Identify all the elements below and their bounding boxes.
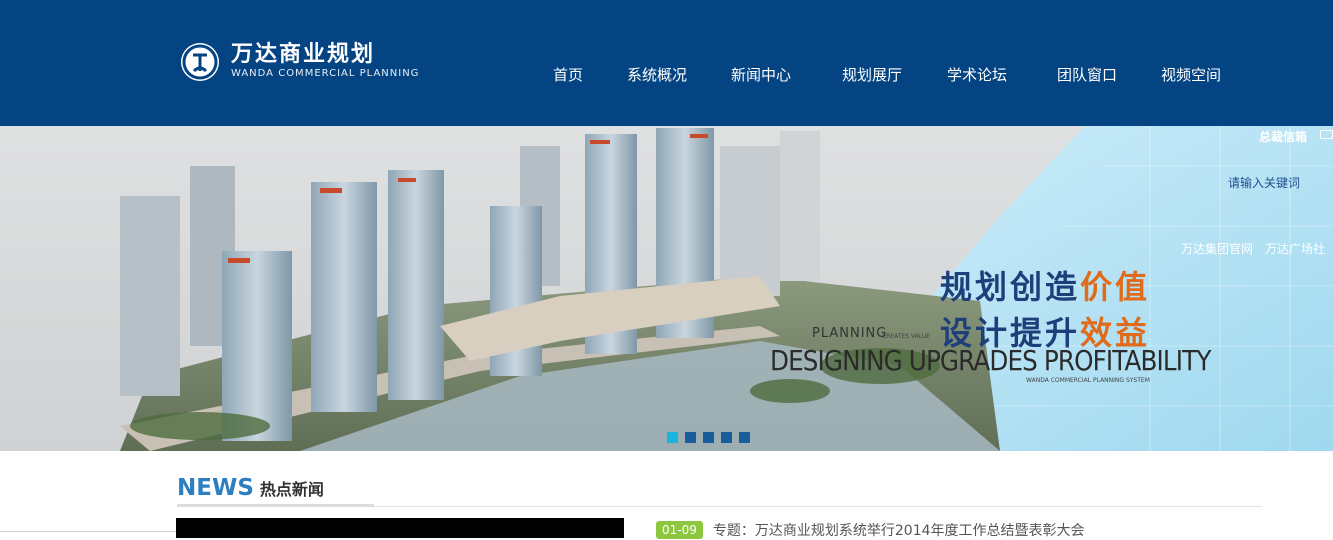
slogan-line-1: 规划创造价值: [940, 268, 1151, 306]
slogan-english: DESIGNING UPGRADES PROFITABILITY: [770, 344, 1211, 377]
carousel-dot-4[interactable]: [721, 432, 732, 443]
site-header: 万达商业规划 WANDA COMMERCIAL PLANNING 首页 系统概况…: [0, 0, 1333, 126]
carousel-dot-5[interactable]: [739, 432, 750, 443]
news-section-title: NEWS 热点新闻: [177, 474, 324, 502]
nav-news-center[interactable]: 新闻中心: [731, 64, 791, 85]
link-wanda-plaza[interactable]: 万达广场社: [1265, 242, 1325, 256]
site-logo[interactable]: 万达商业规划 WANDA COMMERCIAL PLANNING: [181, 40, 419, 84]
logo-english-name: WANDA COMMERCIAL PLANNING: [231, 68, 420, 79]
link-wanda-group[interactable]: 万达集团官网: [1181, 242, 1253, 256]
carousel-dot-3[interactable]: [703, 432, 714, 443]
nav-planning-hall[interactable]: 规划展厅: [842, 64, 902, 85]
mail-icon[interactable]: [1320, 130, 1333, 139]
president-mailbox-link[interactable]: 总裁信箱: [1259, 128, 1307, 145]
logo-chinese-name: 万达商业规划: [231, 42, 376, 67]
date-badge: 01-09: [656, 521, 703, 539]
slogan-creates-value: CREATES VALUE: [882, 333, 931, 340]
list-item[interactable]: 01-09 专题：万达商业规划系统举行2014年度工作总结暨表彰大会: [656, 520, 1085, 540]
search-input[interactable]: [1210, 171, 1333, 195]
wanda-logo-icon: [181, 43, 219, 81]
carousel-dot-2[interactable]: [685, 432, 696, 443]
news-title-cn: 热点新闻: [259, 480, 324, 499]
nav-video-space[interactable]: 视频空间: [1161, 64, 1221, 85]
hero-banner[interactable]: 规划创造价值 设计提升效益 PLANNING CREATES VALUE DES…: [0, 126, 1333, 451]
carousel-dots: [667, 432, 750, 443]
nav-home[interactable]: 首页: [553, 64, 583, 85]
divider: [0, 531, 176, 532]
slogan-planning: PLANNING: [812, 326, 888, 341]
nav-academic-forum[interactable]: 学术论坛: [947, 64, 1007, 85]
news-title-en: NEWS: [177, 475, 254, 501]
news-featured-image[interactable]: [176, 518, 624, 538]
slogan-system-name: WANDA COMMERCIAL PLANNING SYSTEM: [1026, 377, 1150, 384]
news-divider-accent: [177, 504, 374, 507]
external-links: 万达集团官网 万达广场社: [1181, 240, 1333, 257]
nav-overview[interactable]: 系统概况: [627, 64, 687, 85]
nav-team-window[interactable]: 团队窗口: [1057, 64, 1117, 85]
carousel-dot-1[interactable]: [667, 432, 678, 443]
news-item-title[interactable]: 专题：万达商业规划系统举行2014年度工作总结暨表彰大会: [713, 520, 1085, 540]
